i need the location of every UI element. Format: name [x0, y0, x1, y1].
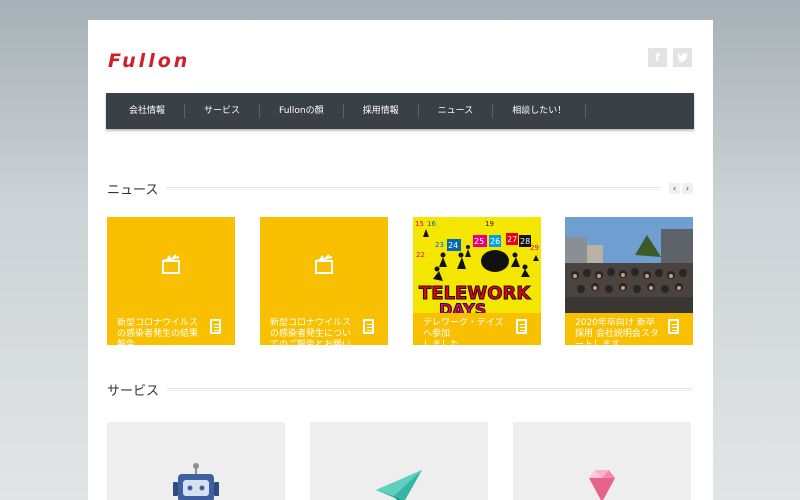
news-prev-button[interactable]: ‹ [669, 183, 680, 194]
svg-text:16: 16 [427, 220, 436, 228]
svg-text:24: 24 [448, 241, 458, 250]
services-section-header: サービス [107, 380, 693, 399]
svg-text:25: 25 [474, 237, 484, 246]
robot-icon [173, 463, 219, 500]
news-caption-text: 新型コロナウイルスの感染者発生の結果報告 [117, 318, 199, 345]
news-next-button[interactable]: › [682, 183, 693, 194]
nav-item-contact[interactable]: 相談したい！ [493, 104, 587, 118]
news-thumbnail [260, 217, 388, 313]
service-card[interactable] [513, 422, 691, 500]
document-icon [210, 319, 221, 334]
news-card[interactable]: 15 16 19 22 23 24 25 26 27 28 29 TELEWOR… [413, 217, 541, 345]
svg-text:DAYS: DAYS [439, 300, 486, 313]
document-icon [668, 319, 679, 334]
news-card[interactable]: 2020年卒向け 新卒採用 会社説明会スタートします [565, 217, 693, 345]
section-divider [166, 187, 661, 190]
document-icon [363, 319, 374, 334]
news-caption: 2020年卒向け 新卒採用 会社説明会スタートします [565, 313, 693, 345]
diamond-icon [589, 470, 615, 500]
news-caption: 新型コロナウイルスの感染者発生の結果報告 [107, 313, 235, 345]
nav-item-news[interactable]: ニュース [419, 104, 494, 118]
fullon-logo[interactable]: Fullon [108, 50, 190, 72]
paper-plane-icon [376, 470, 422, 500]
news-caption-text: テレワーク・デイズへ参加 しました [423, 318, 504, 345]
twitter-icon[interactable] [673, 48, 692, 67]
group-photo-thumbnail [565, 217, 693, 313]
page-container: Fullon f 会社情報 サービス Fullonの顔 採用情報 ニュース 相談… [88, 20, 713, 500]
clapperboard-icon [315, 254, 333, 274]
nav-item-recruit[interactable]: 採用情報 [344, 104, 419, 118]
svg-text:26: 26 [490, 237, 500, 246]
nav-item-services[interactable]: サービス [185, 104, 261, 118]
telework-days-thumbnail: 15 16 19 22 23 24 25 26 27 28 29 TELEWOR… [413, 217, 541, 320]
nav-item-company[interactable]: 会社情報 [110, 104, 186, 118]
services-section-title: サービス [107, 384, 160, 399]
section-divider [167, 388, 693, 391]
news-section-header: ニュース ‹ › [107, 179, 693, 198]
news-thumbnail [107, 217, 235, 313]
svg-text:29: 29 [530, 244, 539, 252]
svg-text:19: 19 [485, 220, 494, 228]
svg-text:23: 23 [435, 241, 444, 249]
svg-text:15: 15 [415, 220, 424, 228]
news-section-title: ニュース [107, 183, 159, 198]
svg-text:27: 27 [507, 235, 517, 244]
service-card[interactable] [310, 422, 488, 500]
nav-item-faces[interactable]: Fullonの顔 [260, 104, 344, 118]
main-nav: 会社情報 サービス Fullonの顔 採用情報 ニュース 相談したい！ [106, 93, 694, 129]
news-caption-text: 新型コロナウイルスの感染者発生についてのご報告とお願い [270, 318, 352, 345]
news-card[interactable]: 新型コロナウイルスの感染者発生についてのご報告とお願い [260, 217, 388, 345]
news-caption: テレワーク・デイズへ参加 しました [413, 313, 541, 345]
facebook-icon[interactable]: f [648, 48, 667, 67]
news-caption-text: 2020年卒向け 新卒採用 会社説明会スタートします [575, 318, 659, 345]
service-card[interactable] [107, 422, 285, 500]
svg-text:28: 28 [520, 237, 530, 246]
clapperboard-icon [162, 254, 180, 274]
news-card[interactable]: 新型コロナウイルスの感染者発生の結果報告 [107, 217, 235, 345]
svg-text:22: 22 [416, 251, 425, 259]
document-icon [516, 319, 527, 334]
news-caption: 新型コロナウイルスの感染者発生についてのご報告とお願い [260, 313, 388, 345]
